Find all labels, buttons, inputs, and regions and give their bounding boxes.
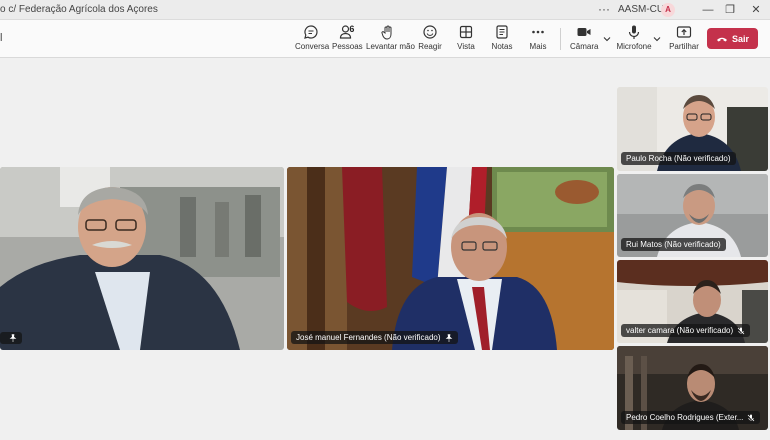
- leave-button[interactable]: Sair: [707, 28, 758, 49]
- share-icon: [676, 26, 692, 38]
- more-label: Mais: [529, 42, 547, 51]
- people-count: 6: [349, 24, 355, 34]
- grid-icon: [459, 25, 473, 39]
- notes-label: Notas: [491, 42, 513, 51]
- titlebar-more-icon[interactable]: ···: [598, 2, 610, 16]
- mic-icon: [628, 25, 640, 39]
- share-label: Partilhar: [669, 42, 699, 51]
- participant-nametag: [0, 332, 22, 344]
- toolbar-left-fragment: l: [0, 32, 3, 44]
- people-label: Pessoas: [332, 42, 363, 51]
- hand-icon: [381, 25, 392, 40]
- meeting-toolbar: l Conversa 6 Pessoas Levantar mão Reagir…: [0, 20, 770, 58]
- mic-muted-icon: [748, 414, 755, 421]
- microphone-button[interactable]: Microfone: [616, 24, 652, 56]
- view-label: Vista: [457, 42, 475, 51]
- participant-name: Paulo Rocha (Não verificado): [626, 154, 731, 163]
- react-label: Reagir: [418, 42, 442, 51]
- video-tile-valter-camara[interactable]: valter camara (Não verificado): [617, 260, 768, 343]
- participant-name: valter camara (Não verificado): [626, 326, 734, 335]
- participant-video: [287, 167, 614, 350]
- video-tile-pedro-coelho-rodrigues[interactable]: Pedro Coelho Rodrigues (Exter...: [617, 346, 768, 430]
- toolbar-divider: [560, 28, 561, 50]
- video-tile-rui-matos[interactable]: Rui Matos (Não verificado): [617, 174, 768, 257]
- mic-muted-icon: [737, 327, 745, 334]
- avatar[interactable]: A: [661, 3, 675, 17]
- participant-nametag: valter camara (Não verificado): [621, 324, 751, 337]
- raise-hand-button[interactable]: Levantar mão: [366, 24, 415, 56]
- title-bar: o c/ Federação Agrícola dos Açores ··· A…: [0, 0, 770, 20]
- share-button[interactable]: Partilhar: [668, 24, 700, 56]
- participant-nametag: José manuel Fernandes (Não verificado): [291, 331, 458, 344]
- camera-label: Câmara: [570, 42, 599, 51]
- more-icon: [532, 30, 544, 34]
- participant-nametag: Rui Matos (Não verificado): [621, 238, 726, 251]
- participant-name: José manuel Fernandes (Não verificado): [296, 333, 441, 342]
- chat-label: Conversa: [295, 42, 330, 51]
- participant-name: Rui Matos (Não verificado): [626, 240, 721, 249]
- microphone-options-chevron-down-icon[interactable]: [653, 35, 661, 43]
- view-button[interactable]: Vista: [452, 24, 480, 56]
- phone-hangup-icon: [716, 37, 727, 41]
- participant-video: [0, 167, 284, 350]
- video-tile-speaker-left[interactable]: [0, 167, 284, 350]
- pin-icon: [9, 334, 17, 342]
- leave-label: Sair: [731, 33, 749, 44]
- chat-icon: [304, 25, 318, 39]
- restore-icon[interactable]: ❐: [722, 2, 738, 18]
- people-button[interactable]: 6 Pessoas: [332, 24, 363, 56]
- more-button[interactable]: Mais: [524, 24, 552, 56]
- microphone-label: Microfone: [616, 42, 652, 51]
- camera-icon: [577, 28, 591, 36]
- camera-button[interactable]: Câmara: [570, 24, 598, 56]
- notes-icon: [496, 25, 508, 39]
- window-title: o c/ Federação Agrícola dos Açores: [0, 4, 158, 15]
- raise-hand-label: Levantar mão: [366, 42, 415, 51]
- video-tile-jose-manuel-fernandes[interactable]: José manuel Fernandes (Não verificado): [287, 167, 614, 350]
- chat-button[interactable]: Conversa: [295, 24, 330, 56]
- video-tile-paulo-rocha[interactable]: Paulo Rocha (Não verificado): [617, 87, 768, 171]
- camera-options-chevron-down-icon[interactable]: [603, 35, 611, 43]
- react-button[interactable]: Reagir: [416, 24, 444, 56]
- participant-nametag: Pedro Coelho Rodrigues (Exter...: [621, 411, 761, 424]
- smile-icon: [423, 25, 437, 39]
- close-icon[interactable]: ✕: [748, 2, 764, 18]
- participant-nametag: Paulo Rocha (Não verificado): [621, 152, 736, 165]
- participant-name: Pedro Coelho Rodrigues (Exter...: [626, 413, 744, 422]
- minimize-icon[interactable]: —: [700, 2, 716, 18]
- pin-icon: [445, 333, 452, 342]
- notes-button[interactable]: Notas: [488, 24, 516, 56]
